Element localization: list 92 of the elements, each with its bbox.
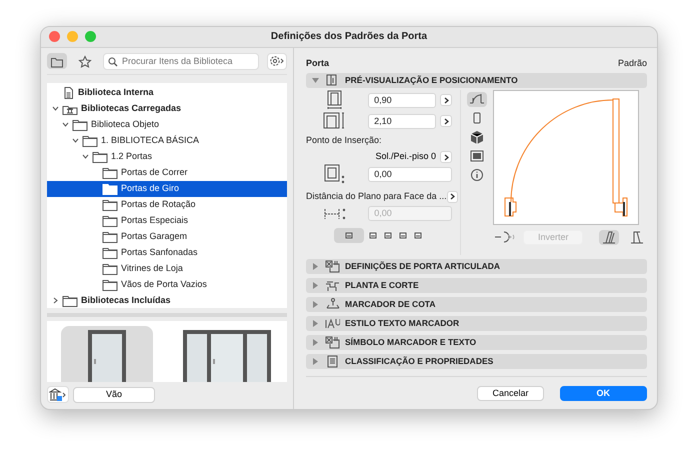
section-header[interactable]: CLASSIFICAÇÃO E PROPRIEDADES <box>306 354 647 369</box>
search-field[interactable]: Procurar Itens da Biblioteca <box>103 52 259 70</box>
folder-icon <box>82 134 98 147</box>
document-icon <box>62 86 75 99</box>
triangle-right-icon <box>312 282 319 289</box>
width-field[interactable]: 0,90 <box>368 92 436 108</box>
section-icon <box>325 336 340 349</box>
tree-item[interactable]: Biblioteca Interna <box>47 84 287 101</box>
arrow-button[interactable] <box>440 94 452 106</box>
field-label: Ponto de Inserção: <box>306 134 383 147</box>
folder-icon <box>102 198 118 211</box>
triangle-right-icon <box>312 262 319 270</box>
folder-icon <box>102 246 118 259</box>
info-icon <box>469 168 485 182</box>
name-field[interactable]: Vão <box>73 386 155 403</box>
folder-icon <box>92 150 108 163</box>
door-drawing <box>87 329 127 382</box>
door-side-icon <box>630 230 644 244</box>
sill-icon <box>324 164 346 184</box>
tree-item[interactable]: Portas Garagem <box>47 228 287 245</box>
chevron-right-icon <box>444 96 449 104</box>
folder-icon <box>102 230 118 243</box>
anchor-dropdown[interactable]: Sol./Pei.-piso 0 <box>375 150 436 164</box>
tree-item[interactable]: Vãos de Porta Vazios <box>47 276 287 293</box>
search-icon <box>108 56 118 67</box>
folder-icon <box>72 118 88 131</box>
chevron-right-icon <box>450 193 455 200</box>
section-icon <box>325 316 340 330</box>
tree-item[interactable]: 1. BIBLIOTECA BÁSICA <box>47 132 287 149</box>
preset-label: Padrão <box>618 56 647 70</box>
triangle-right-icon <box>312 358 319 365</box>
gear-icon <box>269 55 285 68</box>
star-icon <box>78 54 92 68</box>
opening-side-button[interactable] <box>599 230 619 245</box>
arrow-button[interactable] <box>446 190 458 203</box>
anchor-point-icon <box>369 232 378 240</box>
folder-icon <box>102 214 118 227</box>
cube-icon <box>469 130 485 144</box>
section-header[interactable]: MARCADOR DE COTA <box>306 296 647 312</box>
anchor-point-icon <box>414 232 423 240</box>
section-icon <box>325 260 340 273</box>
triangle-right-icon <box>312 300 319 308</box>
tree-item[interactable]: Biblioteca Objeto <box>47 116 287 133</box>
door-plan-icon <box>469 92 485 106</box>
triangle-down-icon <box>312 76 319 84</box>
anchor-point-icon <box>384 232 393 240</box>
door-side-icon <box>602 230 616 244</box>
field-label: Distância do Plano para Face da ... <box>306 190 447 203</box>
anchor-point-icon <box>344 232 354 240</box>
folder-icon <box>102 278 118 291</box>
chevron-right-icon <box>444 154 448 161</box>
flip-icon <box>493 230 515 244</box>
tree-item[interactable]: Portas Sanfonadas <box>47 244 287 261</box>
section-header[interactable]: PLANTA E CORTE <box>306 278 647 293</box>
anchor-point-button[interactable] <box>334 228 364 244</box>
anchor-point-icon <box>399 232 408 240</box>
tree-item[interactable]: 1.2 Portas <box>47 148 287 165</box>
tree-item[interactable]: Portas Especiais <box>47 212 287 229</box>
folder-icon <box>102 166 118 179</box>
section-icon <box>325 298 340 311</box>
section-icon <box>469 149 485 164</box>
door-thumbnail[interactable] <box>61 326 153 382</box>
section-header[interactable]: PRÉ-VISUALIZAÇÃO E POSICIONAMENTO <box>306 72 647 88</box>
section-icon <box>325 354 340 368</box>
folder-icon <box>102 182 118 195</box>
section-header[interactable]: SÍMBOLO MARCADOR E TEXTO <box>306 334 647 350</box>
folder-view-button[interactable] <box>47 53 67 70</box>
tree-item[interactable]: Portas de Correr <box>47 164 287 181</box>
cancel-button[interactable]: Cancelar <box>477 386 544 401</box>
section-icon <box>325 278 340 292</box>
window-title: Definições dos Padrões da Porta <box>270 30 428 44</box>
arrow-button[interactable] <box>440 151 452 164</box>
tree-item[interactable]: Bibliotecas Carregadas <box>47 100 287 117</box>
section-header[interactable]: ESTILO TEXTO MARCADOR <box>306 316 647 331</box>
triangle-right-icon <box>312 320 319 327</box>
arrow-button[interactable] <box>440 115 452 128</box>
plan-view-button[interactable] <box>467 92 487 107</box>
chevron-right-icon <box>444 118 449 125</box>
tree-item[interactable]: Portas de Rotação <box>47 196 287 213</box>
triangle-right-icon <box>312 338 319 346</box>
library-icon <box>49 388 67 402</box>
panel-title: Porta <box>306 56 330 70</box>
ok-button[interactable]: OK <box>560 386 647 401</box>
folder-icon <box>102 262 118 275</box>
sill-field[interactable]: 0,00 <box>368 166 452 182</box>
library-manager-button[interactable] <box>47 386 69 404</box>
section-header[interactable]: DEFINIÇÕES DE PORTA ARTICULADA <box>306 258 647 274</box>
tree-item[interactable]: Portas de Giro <box>47 180 287 197</box>
settings-button[interactable] <box>267 52 287 70</box>
height-field[interactable]: 2,10 <box>368 114 436 129</box>
tree-item[interactable]: Bibliotecas Incluídas <box>47 292 287 308</box>
tree-item[interactable]: Vitrines de Loja <box>47 260 287 277</box>
